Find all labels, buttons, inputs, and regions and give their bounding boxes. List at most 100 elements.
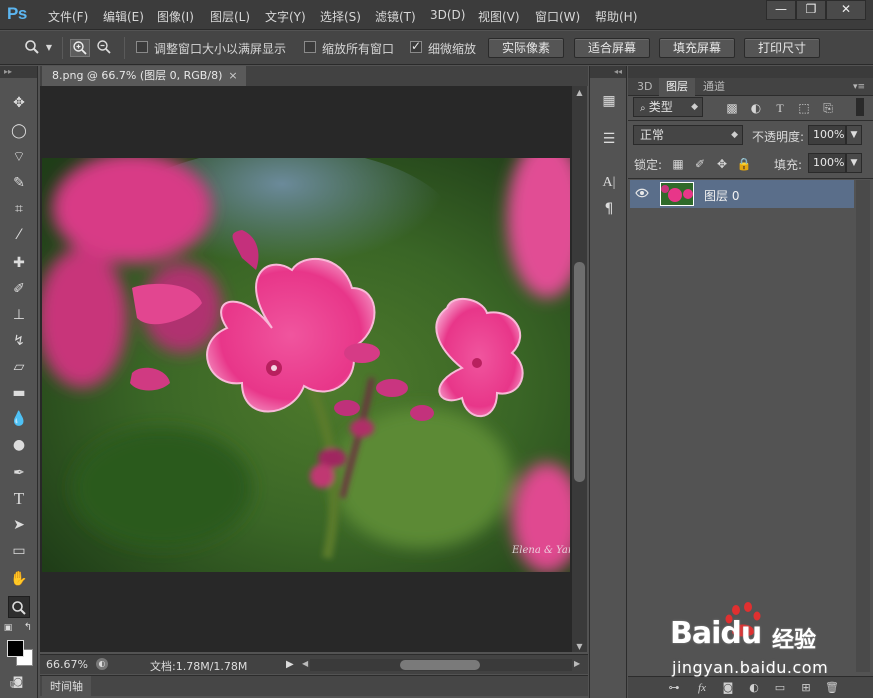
preset-dropdown-icon[interactable]: ▼ (44, 39, 54, 57)
blur-tool-icon[interactable]: 💧 (8, 408, 30, 430)
zoom-level[interactable]: 66.67% (46, 658, 88, 671)
restore-button[interactable]: ❐ (796, 0, 826, 20)
scroll-left-icon[interactable]: ◀ (302, 659, 308, 668)
menu-layer[interactable]: 图层(L) (210, 8, 250, 25)
menu-window[interactable]: 窗口(W) (535, 8, 580, 25)
filter-smart-object-icon[interactable]: ⎘ (820, 100, 836, 116)
zoom-tool-preset-icon[interactable] (22, 39, 42, 57)
crop-tool-icon[interactable]: ⌗ (8, 198, 30, 220)
blend-mode-caret-icon: ◆ (731, 130, 738, 140)
menu-help[interactable]: 帮助(H) (595, 8, 637, 25)
path-selection-tool-icon[interactable]: ➤ (8, 514, 30, 536)
menu-view[interactable]: 视图(V) (478, 8, 520, 25)
horizontal-scroll-thumb[interactable] (400, 660, 480, 670)
zoom-in-icon[interactable] (70, 39, 90, 57)
lasso-tool-icon[interactable]: ⌔ (8, 146, 30, 168)
filter-shape-icon[interactable]: ⬚ (796, 100, 812, 116)
menu-type[interactable]: 文字(Y) (265, 8, 306, 25)
menu-image[interactable]: 图像(I) (157, 8, 194, 25)
move-tool-icon[interactable]: ✥ (8, 92, 30, 114)
timeline-icon[interactable]: ⧉ (10, 678, 26, 692)
layers-scrollbar[interactable] (856, 180, 870, 672)
lock-position-icon[interactable]: ✥ (714, 156, 730, 172)
vertical-scrollbar[interactable]: ▲ ▼ (572, 86, 587, 652)
swap-colors-icon[interactable]: ↰ (22, 622, 34, 634)
filter-toggle[interactable] (856, 98, 864, 116)
vertical-scroll-thumb[interactable] (574, 262, 585, 482)
close-document-icon[interactable]: × (228, 69, 237, 82)
print-size-button[interactable]: 打印尺寸 (744, 38, 820, 58)
layer-name[interactable]: 图层 0 (704, 187, 739, 204)
tab-3d[interactable]: 3D (630, 78, 659, 96)
quick-selection-tool-icon[interactable]: ✎ (8, 172, 30, 194)
filter-type-icon[interactable]: T (772, 100, 788, 116)
fit-screen-button[interactable]: 适合屏幕 (574, 38, 650, 58)
minimize-button[interactable]: — (766, 0, 796, 20)
default-colors-icon[interactable]: ▣ (2, 622, 14, 634)
lock-image-pixels-icon[interactable]: ✐ (692, 156, 708, 172)
character-panel-icon[interactable]: A| (598, 172, 620, 194)
close-window-button[interactable]: ✕ (826, 0, 866, 20)
eyedropper-tool-icon[interactable]: ⁄ (8, 224, 30, 246)
document-tab[interactable]: 8.png @ 66.7% (图层 0, RGB/8) × (42, 66, 246, 86)
blend-mode-select[interactable]: 正常 ◆ (633, 125, 743, 145)
filter-adjustment-icon[interactable]: ◐ (748, 100, 764, 116)
menu-filter[interactable]: 滤镜(T) (375, 8, 416, 25)
scroll-up-icon[interactable]: ▲ (572, 88, 587, 97)
status-info-icon[interactable]: ◐ (96, 658, 108, 670)
opacity-dropdown-icon[interactable]: ▼ (846, 125, 862, 145)
filter-pixel-icon[interactable]: ▩ (724, 100, 740, 116)
hand-tool-icon[interactable]: ✋ (8, 568, 30, 590)
horizontal-scrollbar[interactable] (310, 659, 572, 671)
filter-kind-select[interactable]: ⌕ 类型 ◆ (633, 97, 703, 117)
canvas-image[interactable]: Elena & Yanny (42, 158, 570, 572)
opacity-input[interactable]: 100% (808, 125, 846, 145)
actual-pixels-button[interactable]: 实际像素 (488, 38, 564, 58)
tab-channels[interactable]: 通道 (696, 78, 732, 96)
swatches-panel-icon[interactable]: ▦ (598, 90, 620, 112)
type-tool-icon[interactable]: T (8, 488, 30, 510)
layer-row[interactable]: 图层 0 (630, 180, 854, 208)
status-bar: 66.67% ◐ 文档:1.78M/1.78M ▶ ◀ ▶ (40, 654, 588, 674)
marquee-tool-icon[interactable]: ◯ (8, 120, 30, 142)
scroll-down-icon[interactable]: ▼ (572, 642, 587, 651)
fill-dropdown-icon[interactable]: ▼ (846, 153, 862, 173)
history-brush-tool-icon[interactable]: ↯ (8, 330, 30, 352)
foreground-color-swatch[interactable] (7, 640, 24, 657)
pen-tool-icon[interactable]: ✒ (8, 462, 30, 484)
tools-panel-collapse-icon[interactable]: ▸▸ (0, 66, 37, 78)
resize-windows-checkbox[interactable] (136, 41, 148, 53)
brush-tool-icon[interactable]: ✐ (8, 278, 30, 300)
lock-label: 锁定: (634, 158, 663, 172)
zoom-all-windows-checkbox[interactable] (304, 41, 316, 53)
zoom-tool-icon[interactable] (8, 596, 30, 618)
status-menu-arrow-icon[interactable]: ▶ (286, 659, 294, 670)
scrubby-zoom-checkbox[interactable] (410, 39, 422, 53)
eraser-tool-icon[interactable]: ▱ (8, 356, 30, 378)
fill-input[interactable]: 100% (808, 153, 846, 173)
menu-edit[interactable]: 编辑(E) (103, 8, 144, 25)
timeline-tab[interactable]: 时间轴 (42, 676, 91, 697)
layer-thumbnail (660, 182, 694, 206)
healing-brush-tool-icon[interactable]: ✚ (8, 252, 30, 274)
menu-file[interactable]: 文件(F) (48, 8, 88, 25)
visibility-eye-icon[interactable] (634, 186, 650, 202)
properties-panel-icon[interactable]: ☰ (598, 128, 620, 150)
gradient-tool-icon[interactable]: ▬ (8, 382, 30, 404)
panel-menu-icon[interactable]: ▾≡ (846, 78, 872, 96)
scroll-right-icon[interactable]: ▶ (574, 659, 580, 668)
zoom-out-icon[interactable] (94, 39, 114, 57)
menu-select[interactable]: 选择(S) (320, 8, 361, 25)
dodge-tool-icon[interactable]: ● (8, 434, 30, 456)
collapsed-panels: ◂◂ ▦ ☰ A| ¶ (589, 66, 627, 698)
clone-stamp-tool-icon[interactable]: ⊥ (8, 304, 30, 326)
tab-layers[interactable]: 图层 (659, 78, 695, 96)
document-tab-title: 8.png @ 66.7% (图层 0, RGB/8) (52, 69, 223, 82)
rectangle-tool-icon[interactable]: ▭ (8, 540, 30, 562)
collapse-panels-icon[interactable]: ◂◂ (590, 66, 626, 78)
menu-3d[interactable]: 3D(D) (430, 8, 465, 22)
lock-all-icon[interactable]: 🔒 (736, 156, 752, 172)
lock-transparent-pixels-icon[interactable]: ▦ (670, 156, 686, 172)
paragraph-panel-icon[interactable]: ¶ (598, 198, 620, 220)
fill-screen-button[interactable]: 填充屏幕 (659, 38, 735, 58)
